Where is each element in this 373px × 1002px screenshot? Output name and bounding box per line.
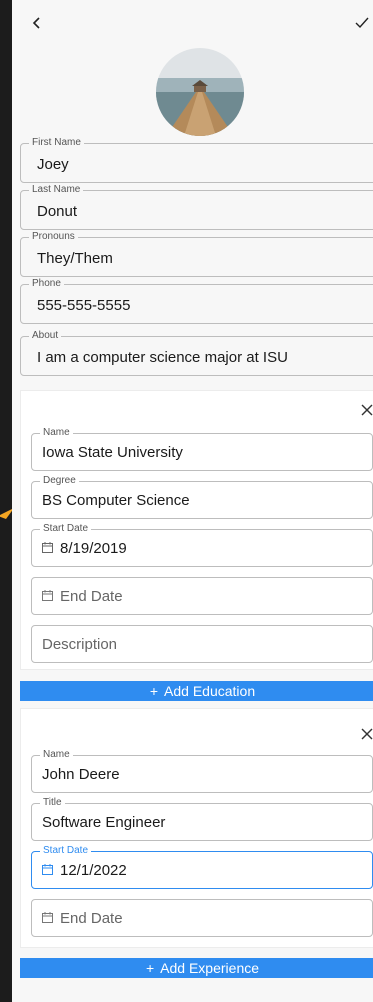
plus-icon: + [149,683,159,699]
education-end-date-field[interactable]: End Date [31,577,373,615]
experience-start-date-value[interactable]: 12/1/2022 [60,862,127,879]
edit-profile-screen: First Name Joey Last Name Donut Pronouns… [12,0,373,1002]
calendar-icon [42,590,53,601]
experience-name-label: Name [40,749,73,761]
education-description-placeholder[interactable]: Description [42,636,117,653]
job-title-label: Title [40,797,65,809]
experience-name-field[interactable]: Name John Deere [31,749,373,793]
phone-field[interactable]: Phone 555-555-5555 [20,278,373,324]
pronouns-field[interactable]: Pronouns They/Them [20,231,373,277]
phone-value[interactable]: 555-555-5555 [37,297,130,314]
first-name-value[interactable]: Joey [37,156,69,173]
experience-start-date-field[interactable]: Start Date 12/1/2022 [31,845,373,889]
first-name-label: First Name [29,137,84,149]
calendar-icon [42,864,53,875]
top-bar [12,0,373,50]
education-start-date-label: Start Date [40,523,92,535]
back-button[interactable] [30,16,44,34]
add-education-button[interactable]: + Add Education [20,681,373,701]
about-value[interactable]: I am a computer science major at ISU [37,349,288,366]
about-label: About [29,330,62,342]
pronouns-label: Pronouns [29,231,78,243]
experience-end-date-placeholder[interactable]: End Date [60,910,123,927]
experience-start-date-label: Start Date [40,845,92,857]
pier-photo [156,48,244,136]
first-name-field[interactable]: First Name Joey [20,137,373,183]
education-name-field[interactable]: Name Iowa State University [31,427,373,471]
remove-experience-button[interactable] [360,727,373,741]
close-icon [361,728,373,740]
degree-value[interactable]: BS Computer Science [42,492,190,509]
education-end-date-placeholder[interactable]: End Date [60,588,123,605]
remove-education-button[interactable] [360,403,373,417]
add-experience-button[interactable]: + Add Experience [20,958,373,978]
education-description-field[interactable]: Description [31,625,373,663]
job-title-field[interactable]: Title Software Engineer [31,797,373,841]
education-card: Name Iowa State University Degree BS Com… [20,390,373,670]
experience-card: Name John Deere Title Software Engineer … [20,708,373,948]
pronouns-value[interactable]: They/Them [37,250,113,267]
education-start-date-field[interactable]: Start Date 8/19/2019 [31,523,373,567]
degree-label: Degree [40,475,79,487]
experience-end-date-field[interactable]: End Date [31,899,373,937]
checkmark-icon [355,17,369,29]
last-name-label: Last Name [29,184,84,196]
experience-name-value[interactable]: John Deere [42,766,120,783]
close-icon [361,404,373,416]
education-start-date-value[interactable]: 8/19/2019 [60,540,127,557]
education-name-value[interactable]: Iowa State University [42,444,183,461]
add-experience-label: Add Experience [160,960,260,976]
add-education-label: Add Education [164,683,256,699]
chevron-left-icon [32,17,40,29]
calendar-icon [42,542,53,553]
phone-label: Phone [29,278,64,290]
save-button[interactable] [355,16,369,34]
about-field[interactable]: About I am a computer science major at I… [20,330,373,376]
degree-field[interactable]: Degree BS Computer Science [31,475,373,519]
last-name-value[interactable]: Donut [37,203,77,220]
calendar-icon [42,912,53,923]
education-name-label: Name [40,427,73,439]
last-name-field[interactable]: Last Name Donut [20,184,373,230]
plus-icon: + [145,960,155,976]
job-title-value[interactable]: Software Engineer [42,814,165,831]
avatar[interactable] [156,48,244,136]
